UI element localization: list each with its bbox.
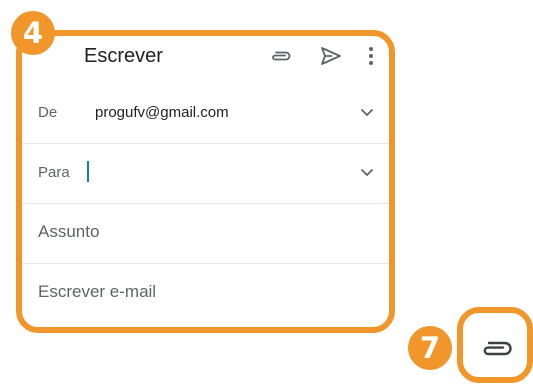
- more-vertical-icon: [369, 47, 373, 65]
- paperclip-icon: [483, 341, 512, 356]
- compose-window: Escrever De progufv@gmail.com Para Assun…: [16, 30, 395, 333]
- to-row[interactable]: Para: [22, 144, 389, 204]
- send-button[interactable]: [317, 42, 345, 70]
- body-field[interactable]: Escrever e-mail: [22, 264, 389, 323]
- text-cursor: [87, 161, 89, 182]
- step-badge-attach: 7: [408, 326, 452, 370]
- from-row[interactable]: De progufv@gmail.com: [22, 84, 389, 144]
- from-expand-button[interactable]: [357, 102, 377, 122]
- more-options-button[interactable]: [361, 42, 381, 70]
- attach-button[interactable]: [267, 42, 295, 70]
- send-icon: [321, 47, 341, 65]
- paperclip-icon: [272, 51, 291, 61]
- subject-field[interactable]: Assunto: [22, 204, 389, 264]
- compose-header: Escrever: [22, 36, 389, 80]
- body-placeholder: Escrever e-mail: [38, 282, 157, 301]
- from-value: progufv@gmail.com: [95, 104, 229, 121]
- to-label: Para: [38, 164, 70, 181]
- to-expand-button[interactable]: [357, 162, 377, 182]
- attach-highlight[interactable]: [457, 307, 533, 383]
- compose-title: Escrever: [84, 45, 163, 67]
- subject-placeholder: Assunto: [38, 222, 100, 241]
- step-badge-compose: 4: [11, 11, 55, 55]
- from-label: De: [38, 104, 58, 121]
- chevron-down-icon: [360, 108, 374, 116]
- chevron-down-icon: [360, 168, 374, 176]
